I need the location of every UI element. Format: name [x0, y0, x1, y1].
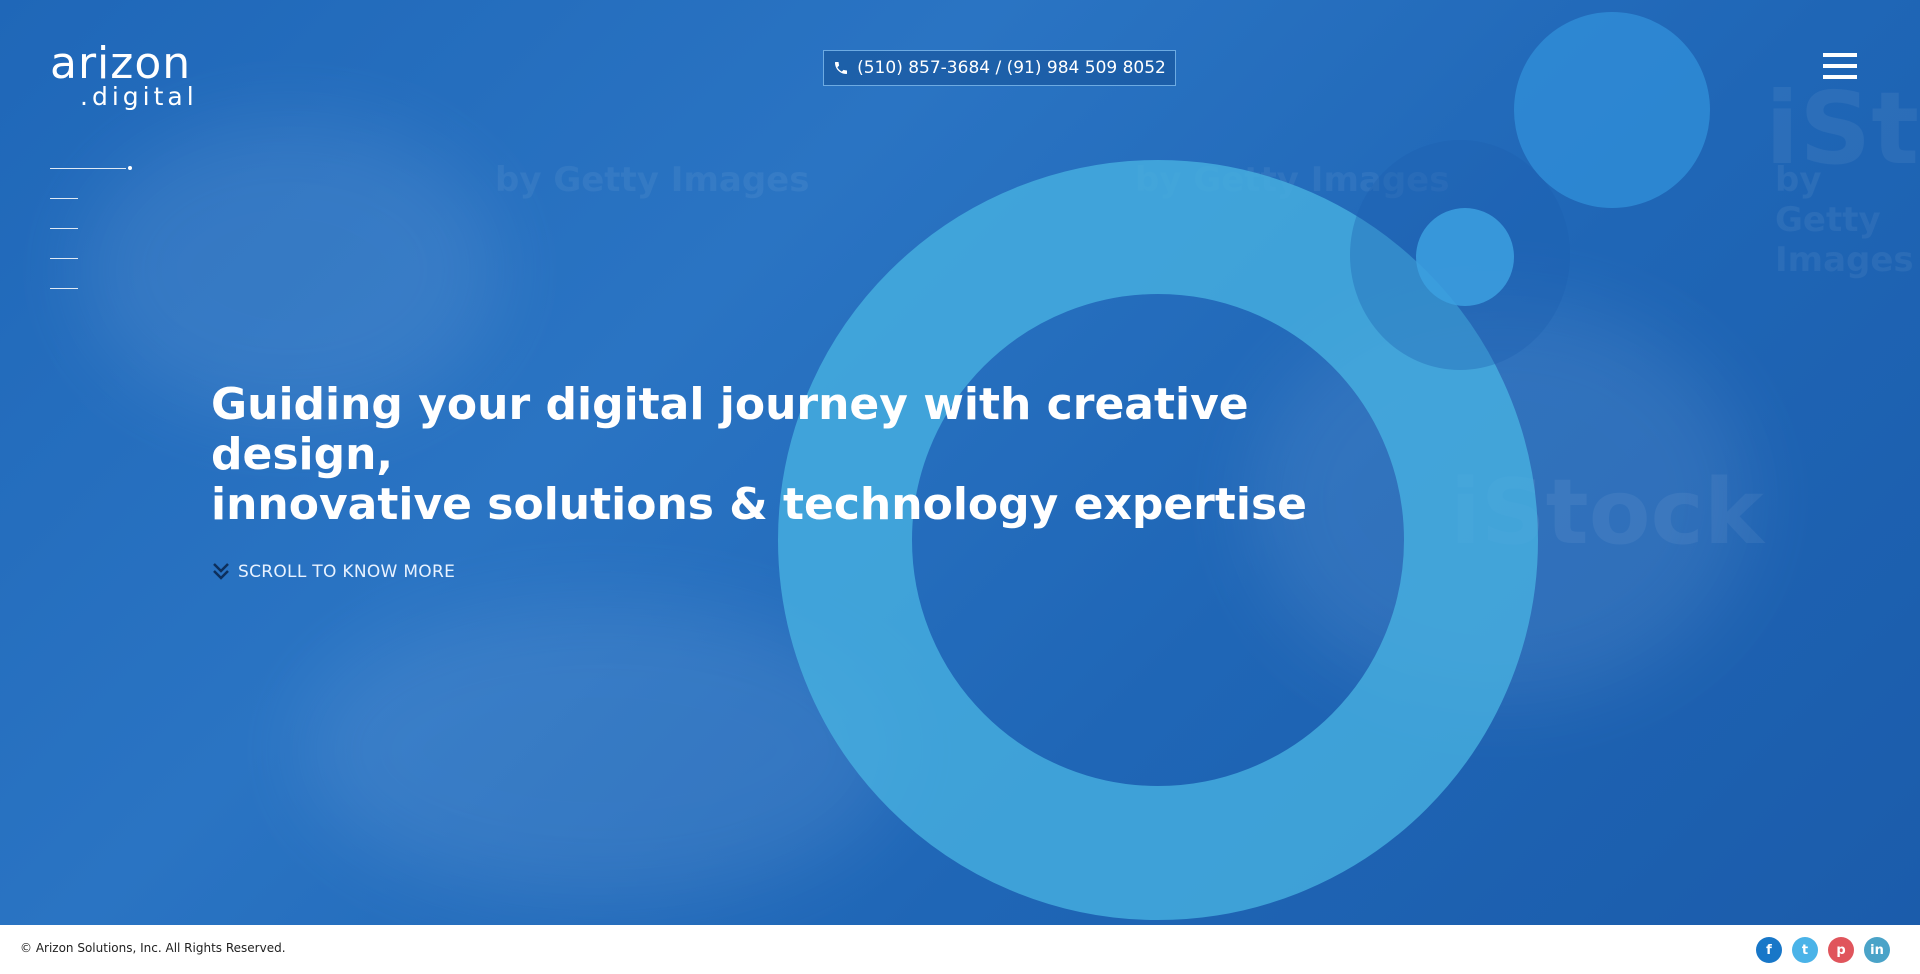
phone-icon	[835, 62, 848, 74]
logo-main-text: arizon	[50, 38, 192, 89]
scroll-to-know-more-link[interactable]: SCROLL TO KNOW MORE	[212, 562, 455, 582]
hero-headline-line-1: Guiding your digital journey with creati…	[211, 379, 1249, 480]
watermark-text: by Getty Images	[495, 160, 810, 200]
pinterest-icon[interactable]: p	[1828, 937, 1854, 963]
scroll-label: SCROLL TO KNOW MORE	[238, 562, 456, 582]
slide-indicator[interactable]	[50, 258, 78, 259]
footer: © Arizon Solutions, Inc. All Rights Rese…	[0, 925, 1920, 974]
copyright-text: © Arizon Solutions, Inc. All Rights Rese…	[20, 941, 286, 955]
phone-number-text: (510) 857-3684 / (91) 984 509 8052	[857, 58, 1166, 78]
hero-headline: Guiding your digital journey with creati…	[211, 380, 1411, 530]
twitter-icon[interactable]: t	[1792, 937, 1818, 963]
hamburger-menu-icon[interactable]	[1823, 53, 1857, 83]
background-texture	[80, 120, 500, 420]
phone-contact[interactable]: (510) 857-3684 / (91) 984 509 8052	[823, 50, 1176, 86]
slide-indicator[interactable]	[50, 288, 78, 289]
watermark-logo: iStock	[1765, 70, 1920, 187]
social-links: f t p in	[1746, 937, 1890, 963]
slide-indicators	[50, 166, 132, 318]
slide-indicator[interactable]	[50, 228, 78, 229]
slide-indicator[interactable]	[50, 198, 78, 199]
facebook-icon[interactable]: f	[1756, 937, 1782, 963]
hero-headline-line-2: innovative solutions & technology expert…	[211, 479, 1308, 530]
decorative-circle-large	[1514, 12, 1710, 208]
double-chevron-down-icon	[213, 563, 229, 580]
slide-indicator-active[interactable]	[50, 166, 132, 170]
linkedin-icon[interactable]: in	[1864, 937, 1890, 963]
hero-banner: by Getty Images by Getty Images by Getty…	[0, 0, 1920, 925]
decorative-circle-small	[1416, 208, 1514, 306]
arizon-logo[interactable]: arizon .digital	[50, 38, 198, 111]
logo-sub-text: .digital	[80, 82, 198, 111]
